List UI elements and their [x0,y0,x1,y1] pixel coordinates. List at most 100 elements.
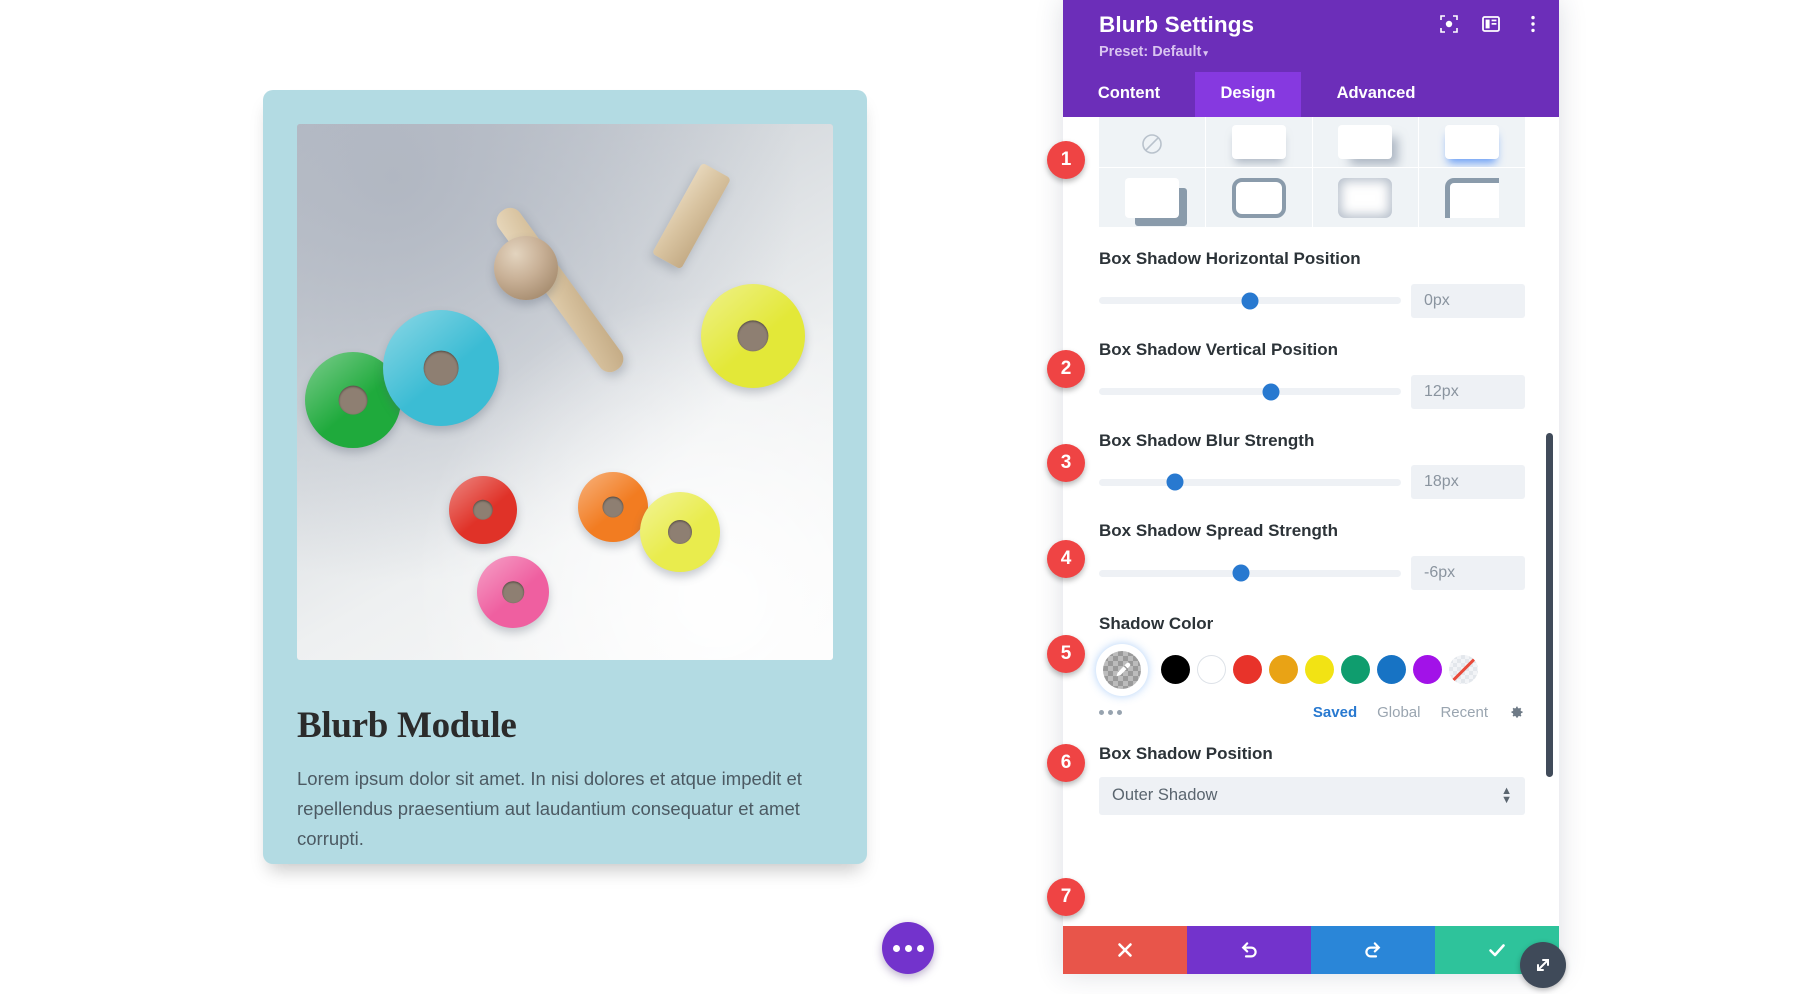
shadow-preset-bottom-blue[interactable] [1419,117,1525,167]
selected-value: Outer Shadow [1112,786,1218,804]
slider-row: -6px [1099,556,1525,590]
blurb-body-text: Lorem ipsum dolor sit amet. In nisi dolo… [297,768,802,849]
redo-button[interactable] [1311,926,1435,974]
control-shadow-color: Shadow Color Saved Global Recent [1099,613,1525,724]
vertical-position-slider[interactable] [1099,383,1401,400]
swatch-yellow[interactable] [1305,655,1334,685]
dot [892,944,900,952]
swatch-orange[interactable] [1269,655,1298,685]
control-box-shadow-blur-strength: Box Shadow Blur Strength 18px [1099,430,1525,500]
redo-icon [1365,942,1381,958]
spread-strength-slider[interactable] [1099,564,1401,582]
ring-pink [477,556,549,628]
panel-tab-bar: Content Design Advanced [1063,72,1559,117]
control-box-shadow-horizontal-position: Box Shadow Horizontal Position 0px [1099,248,1525,318]
scrollbar-thumb[interactable] [1546,433,1553,777]
color-tab-saved[interactable]: Saved [1313,704,1357,721]
color-tab-recent[interactable]: Recent [1440,704,1488,721]
shadow-color-label: Shadow Color [1099,614,1214,633]
page-canvas: Blurb Module Lorem ipsum dolor sit amet.… [0,0,1063,994]
step-badge-4: 4 [1047,540,1085,578]
more-vertical-icon[interactable] [1523,14,1543,34]
chevron-down-icon: ▼ [1501,793,1512,806]
slider-knob[interactable] [1241,292,1259,310]
dot [904,944,912,952]
cancel-button[interactable] [1063,926,1187,974]
swatch-white[interactable] [1197,655,1226,685]
control-box-shadow-vertical-position: Box Shadow Vertical Position 12px [1099,339,1525,409]
swatch-black[interactable] [1161,655,1190,685]
vertical-position-value[interactable]: 12px [1411,374,1525,409]
wooden-ball [494,236,558,300]
focus-icon[interactable] [1439,14,1459,34]
control-label: Box Shadow Horizontal Position [1099,249,1361,268]
preset-selector[interactable]: Preset: Default ▾ [1099,44,1541,60]
swatch-blue[interactable] [1377,655,1406,685]
dot [1117,710,1122,716]
control-label: Box Shadow Blur Strength [1099,430,1315,450]
swatch-red[interactable] [1233,655,1262,685]
blur-strength-slider[interactable] [1099,473,1401,491]
shadow-preset-grid [1099,117,1525,227]
slider-row: 0px [1099,283,1525,318]
control-box-shadow-position: Box Shadow Position Outer Shadow ▲ ▼ [1099,743,1525,815]
preset-thumb [1231,177,1286,218]
slider-knob[interactable] [1262,383,1280,400]
screen: Blurb Module Lorem ipsum dolor sit amet.… [0,0,1800,994]
color-tab-global[interactable]: Global [1377,704,1420,721]
slider-knob[interactable] [1166,473,1183,491]
preset-thumb [1445,125,1500,159]
shadow-preset-bottom-soft[interactable] [1205,117,1312,167]
ring-red [449,476,517,544]
preset-thumb [1231,125,1286,159]
chevron-down-icon: ▾ [1203,48,1208,58]
shadow-preset-none[interactable] [1099,117,1205,167]
resize-icon [1537,959,1549,971]
spread-strength-value[interactable]: -6px [1411,556,1525,590]
shadow-preset-outline[interactable] [1205,168,1312,227]
undo-button[interactable] [1187,926,1311,974]
shadow-preset-corner[interactable] [1419,168,1525,227]
slider-knob[interactable] [1232,564,1250,582]
dot [1108,710,1113,716]
step-badge-3: 3 [1047,444,1085,482]
panel-resize-handle[interactable] [1520,942,1566,988]
ring-orange [578,472,648,542]
slider-row: 18px [1099,465,1525,500]
more-options-button[interactable] [882,922,934,974]
shadow-preset-inner[interactable] [1312,168,1419,227]
swatch-purple[interactable] [1413,655,1442,685]
gear-icon[interactable] [1508,704,1525,721]
tab-advanced[interactable]: Advanced [1301,72,1451,117]
blur-strength-value[interactable]: 18px [1411,465,1525,500]
ring-yellow-large [701,284,805,388]
sort-arrows-icon: ▲ ▼ [1501,786,1512,806]
horizontal-position-slider[interactable] [1099,292,1401,310]
ring-yellow-small [640,492,720,572]
control-label: Box Shadow Spread Strength [1099,521,1338,541]
control-label: Box Shadow Vertical Position [1099,339,1338,359]
shadow-preset-offset-soft[interactable] [1312,117,1419,167]
step-badge-2: 2 [1047,350,1085,388]
shadow-preset-hard-offset[interactable] [1099,168,1205,227]
blurb-settings-panel: Blurb Settings Preset: Default ▾ Content… [1063,0,1559,974]
box-shadow-position-select[interactable]: Outer Shadow ▲ ▼ [1099,776,1525,815]
no-shadow-icon [1142,134,1162,154]
slider-row: 12px [1099,374,1525,409]
eyedropper-button[interactable] [1099,646,1145,693]
blurb-module-card[interactable]: Blurb Module Lorem ipsum dolor sit amet.… [263,90,867,864]
more-horizontal-icon[interactable] [1099,710,1161,716]
tab-design[interactable]: Design [1195,72,1301,117]
layout-icon[interactable] [1481,14,1501,34]
swatch-green[interactable] [1341,655,1370,685]
preset-label: Preset: Default [1099,44,1202,60]
control-box-shadow-spread-strength: Box Shadow Spread Strength -6px [1099,520,1525,590]
preset-thumb [1124,177,1179,218]
color-meta-row: Saved Global Recent [1099,702,1525,724]
swatch-transparent[interactable] [1449,655,1478,685]
horizontal-position-value[interactable]: 0px [1411,283,1525,318]
tab-content[interactable]: Content [1063,72,1195,117]
blurb-image [297,124,833,660]
preset-thumb [1338,125,1393,159]
panel-scrollbar[interactable] [1546,117,1553,926]
